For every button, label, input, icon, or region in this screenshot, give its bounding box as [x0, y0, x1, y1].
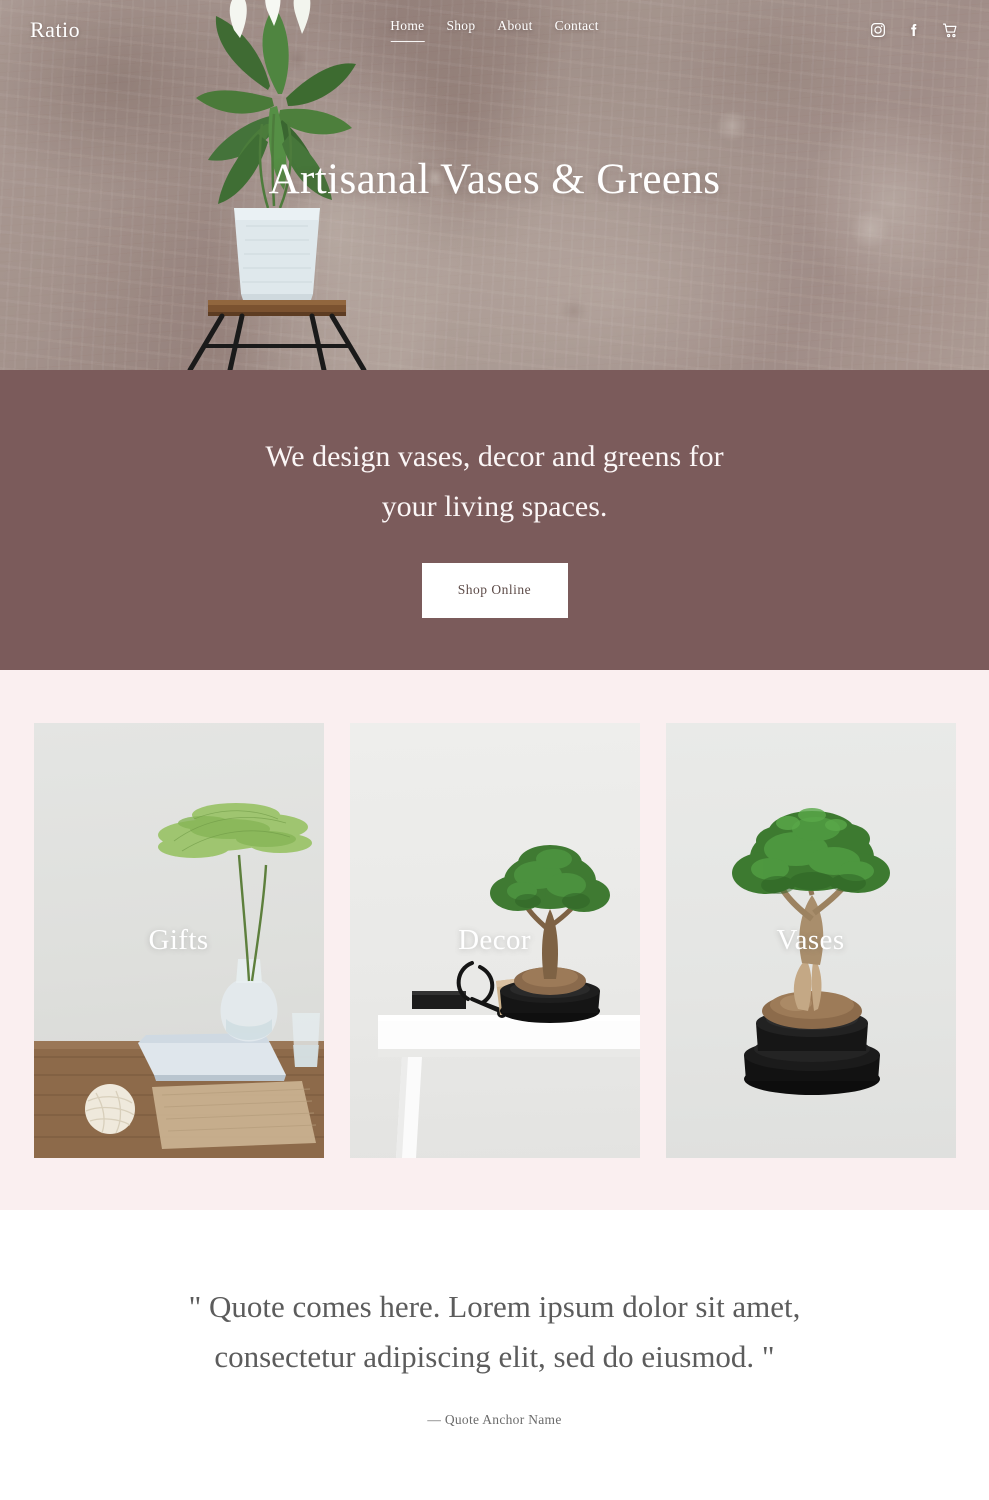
category-card-vases[interactable]: Vases — [665, 723, 956, 1158]
category-card-decor[interactable]: Decor — [349, 723, 640, 1158]
promo-section: We design vases, decor and greens for yo… — [0, 370, 989, 670]
site-header: Ratio Home Shop About Contact — [0, 0, 989, 60]
categories-section: Gifts Decor Vases — [0, 670, 989, 1210]
social-links — [870, 22, 959, 39]
category-card-gifts[interactable]: Gifts — [33, 723, 324, 1158]
facebook-icon[interactable] — [906, 22, 922, 38]
quote-line-2: consectetur adipiscing elit, sed do eius… — [214, 1339, 775, 1375]
main-navigation: Home Shop About Contact — [390, 18, 599, 42]
nav-item-about[interactable]: About — [497, 18, 532, 41]
nav-item-contact[interactable]: Contact — [555, 18, 599, 41]
decor-card-label: Decor — [458, 924, 531, 956]
landing-page: Ratio Home Shop About Contact Artisanal … — [0, 0, 989, 1500]
hero-section: Ratio Home Shop About Contact Artisanal … — [0, 0, 989, 370]
shop-online-button[interactable]: Shop Online — [421, 562, 568, 618]
promo-headline: We design vases, decor and greens for yo… — [265, 432, 723, 532]
quote-author: — Quote Anchor Name — [427, 1412, 562, 1428]
category-card-list: Gifts Decor Vases — [0, 723, 989, 1158]
nav-item-shop[interactable]: Shop — [446, 18, 475, 41]
quote-section: " Quote comes here. Lorem ipsum dolor si… — [0, 1210, 989, 1500]
cart-icon[interactable] — [942, 22, 959, 39]
gifts-card-label: Gifts — [148, 924, 209, 956]
vases-card-label: Vases — [776, 924, 845, 956]
quote-text: " Quote comes here. Lorem ipsum dolor si… — [100, 1282, 890, 1382]
site-logo[interactable]: Ratio — [30, 17, 80, 43]
nav-item-home[interactable]: Home — [390, 18, 425, 42]
quote-line-1: " Quote comes here. Lorem ipsum dolor si… — [188, 1289, 801, 1324]
promo-headline-line-2: your living spaces. — [381, 489, 608, 523]
instagram-icon[interactable] — [870, 22, 886, 38]
hero-title: Artisanal Vases & Greens — [268, 156, 721, 203]
promo-headline-line-1: We design vases, decor and greens for — [265, 440, 724, 473]
